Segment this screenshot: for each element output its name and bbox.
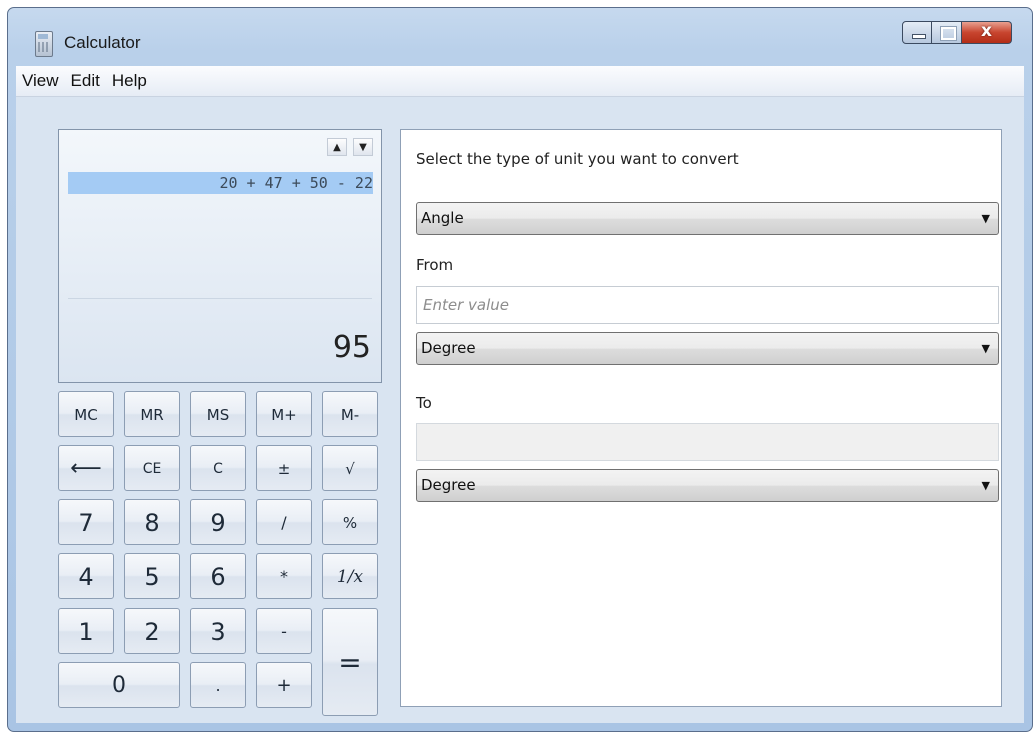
client-area: ▲ ▼ 20 + 47 + 50 - 22 95 MC MR MS M+ M- ⟵ CE C ±…	[16, 97, 1024, 723]
from-value-input[interactable]: Enter value	[416, 286, 999, 324]
calculator-icon	[35, 31, 53, 57]
minimize-button[interactable]	[902, 21, 932, 44]
from-unit-value: Degree	[421, 339, 476, 357]
to-value-output	[416, 423, 999, 461]
digit-9-button[interactable]: 9	[190, 499, 246, 545]
maximize-button[interactable]	[932, 21, 962, 44]
sqrt-button[interactable]: √	[322, 445, 378, 491]
digit-2-button[interactable]: 2	[124, 608, 180, 654]
minimize-icon	[912, 34, 926, 39]
reciprocal-button[interactable]: 1/x	[322, 553, 378, 599]
close-icon: x	[981, 21, 992, 41]
digit-5-button[interactable]: 5	[124, 553, 180, 599]
calculator-window: Calculator x View Edit Help ▲ ▼ 20 + 47 …	[7, 7, 1033, 732]
chevron-down-icon: ▼	[981, 479, 990, 492]
digit-1-button[interactable]: 1	[58, 608, 114, 654]
digit-6-button[interactable]: 6	[190, 553, 246, 599]
to-label: To	[416, 394, 432, 412]
m-minus-button[interactable]: M-	[322, 391, 378, 437]
menu-edit[interactable]: Edit	[65, 66, 106, 96]
digit-3-button[interactable]: 3	[190, 608, 246, 654]
subtract-button[interactable]: -	[256, 608, 312, 654]
digit-7-button[interactable]: 7	[58, 499, 114, 545]
backspace-button[interactable]: ⟵	[58, 445, 114, 491]
chevron-down-icon: ▼	[981, 342, 990, 355]
from-label: From	[416, 256, 454, 274]
plus-minus-button[interactable]: ±	[256, 445, 312, 491]
digit-0-button[interactable]: 0	[58, 662, 180, 708]
maximize-icon	[940, 26, 957, 41]
converter-prompt: Select the type of unit you want to conv…	[416, 150, 739, 168]
caption-buttons: x	[902, 21, 1012, 44]
to-unit-value: Degree	[421, 476, 476, 494]
clear-button[interactable]: C	[190, 445, 246, 491]
add-button[interactable]: +	[256, 662, 312, 708]
ms-button[interactable]: MS	[190, 391, 246, 437]
equals-button[interactable]: =	[322, 608, 378, 716]
history-down-button[interactable]: ▼	[353, 138, 373, 156]
window-title: Calculator	[64, 33, 141, 52]
close-button[interactable]: x	[962, 21, 1012, 44]
mr-button[interactable]: MR	[124, 391, 180, 437]
unit-converter-panel: Select the type of unit you want to conv…	[400, 129, 1002, 707]
menu-view[interactable]: View	[16, 66, 65, 96]
menu-help[interactable]: Help	[106, 66, 153, 96]
expression-history: 20 + 47 + 50 - 22	[68, 172, 373, 194]
result-display: 95	[332, 330, 371, 365]
display-divider	[68, 298, 372, 299]
to-unit-dropdown[interactable]: Degree ▼	[416, 469, 999, 502]
divide-button[interactable]: /	[256, 499, 312, 545]
mc-button[interactable]: MC	[58, 391, 114, 437]
calculator-display: ▲ ▼ 20 + 47 + 50 - 22 95	[58, 129, 382, 383]
history-scroll-buttons: ▲ ▼	[327, 138, 373, 156]
menu-bar: View Edit Help	[16, 66, 1024, 97]
decimal-button[interactable]: .	[190, 662, 246, 708]
m-plus-button[interactable]: M+	[256, 391, 312, 437]
ce-button[interactable]: CE	[124, 445, 180, 491]
percent-button[interactable]: %	[322, 499, 378, 545]
chevron-down-icon: ▼	[981, 212, 990, 225]
title-bar[interactable]: Calculator x	[8, 8, 1032, 66]
from-unit-dropdown[interactable]: Degree ▼	[416, 332, 999, 365]
multiply-button[interactable]: *	[256, 553, 312, 599]
history-up-button[interactable]: ▲	[327, 138, 347, 156]
digit-8-button[interactable]: 8	[124, 499, 180, 545]
digit-4-button[interactable]: 4	[58, 553, 114, 599]
unit-type-value: Angle	[421, 209, 464, 227]
unit-type-dropdown[interactable]: Angle ▼	[416, 202, 999, 235]
